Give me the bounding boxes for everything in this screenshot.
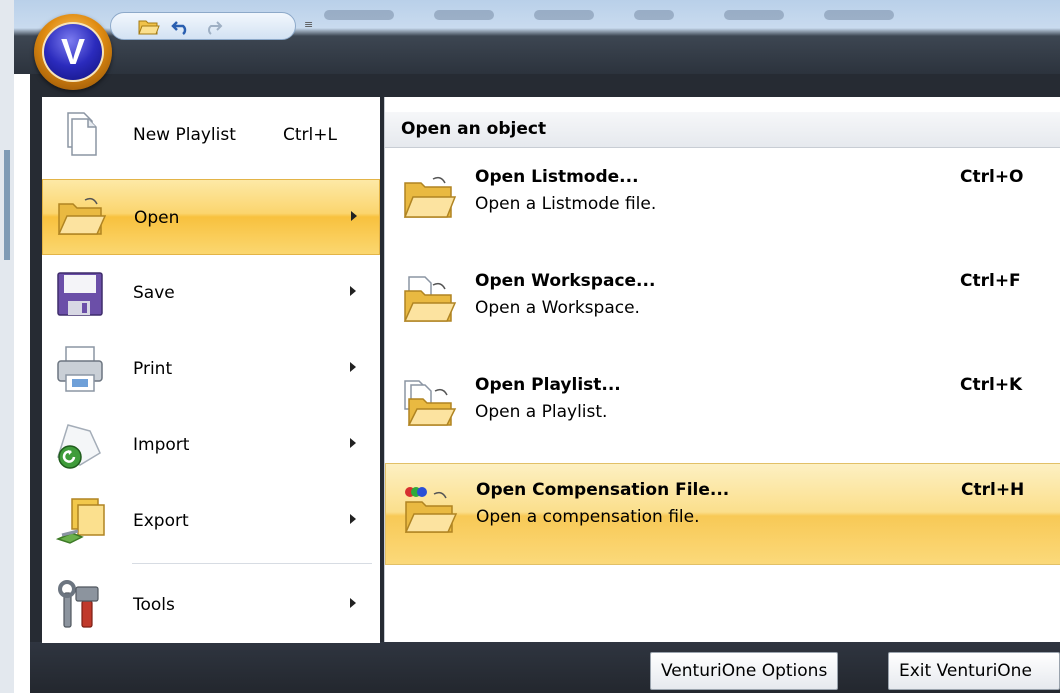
import-icon [57,424,101,469]
venturione-options-button[interactable]: VenturiOne Options [650,652,839,690]
open-submenu-pane: Open an object Open Listmode... Open a L… [384,97,1060,642]
export-icon [55,498,105,544]
submenu-arrow-icon [351,211,357,221]
open-item-shortcut: Ctrl+H [961,480,1025,500]
open-item-title: Open Listmode... [475,167,639,187]
qat-open-button[interactable] [137,16,161,38]
menu-separator [132,563,372,564]
menu-item-save[interactable]: Save [42,255,380,331]
save-floppy-icon [57,272,103,316]
menu-item-print[interactable]: Print [42,331,380,407]
quick-access-toolbar [110,12,296,40]
application-menu-left: New Playlist Ctrl+L Open Save Print Impo… [42,97,380,643]
menu-item-label: New Playlist [133,125,236,145]
undo-icon [171,21,187,35]
open-playlist-item[interactable]: Open Playlist... Open a Playlist. Ctrl+K [385,359,1060,461]
open-playlist-icon [404,380,457,426]
open-item-shortcut: Ctrl+K [960,375,1023,395]
open-compensation-icon [404,487,458,533]
submenu-header: Open an object [385,112,1060,148]
submenu-arrow-icon [350,438,356,448]
open-item-shortcut: Ctrl+F [960,271,1021,291]
qat-undo-button[interactable] [169,16,193,38]
open-item-title: Open Compensation File... [476,480,730,500]
menu-item-tools[interactable]: Tools [42,567,380,643]
open-item-title: Open Playlist... [475,375,621,395]
menu-item-label: Print [133,359,173,379]
exit-venturione-button[interactable]: Exit VenturiOne [888,652,1060,690]
printer-icon [57,346,103,392]
open-item-description: Open a compensation file. [476,507,700,527]
menu-item-label: Export [133,511,189,531]
open-compensation-item[interactable]: Open Compensation File... Open a compens… [385,463,1060,565]
window-left-edge [0,0,14,693]
open-item-title: Open Workspace... [475,271,656,291]
application-button[interactable]: V [34,14,112,90]
submenu-arrow-icon [350,286,356,296]
app-logo-letter: V [60,31,85,72]
qat-redo-button[interactable] [201,16,225,38]
submenu-arrow-icon [350,514,356,524]
menu-item-label: Import [133,435,190,455]
app-logo: V [42,22,104,82]
open-item-description: Open a Listmode file. [475,194,657,214]
submenu-arrow-icon [350,362,356,372]
open-folder-icon [138,20,160,35]
new-document-icon [67,112,97,156]
menu-item-new-playlist[interactable]: New Playlist Ctrl+L [42,97,380,173]
tools-icon [58,580,99,628]
edge-accent [4,150,10,260]
menu-item-open[interactable]: Open [42,179,380,255]
menu-item-label: Save [133,283,175,303]
qat-customize-dropdown[interactable]: ≡ [304,18,313,31]
menu-item-label: Tools [133,595,175,615]
open-listmode-icon [403,176,457,218]
open-workspace-icon [403,276,457,322]
open-workspace-item[interactable]: Open Workspace... Open a Workspace. Ctrl… [385,255,1060,357]
open-item-description: Open a Playlist. [475,402,608,422]
open-listmode-item[interactable]: Open Listmode... Open a Listmode file. C… [385,151,1060,253]
ribbon-tabs-blurred [324,6,1060,26]
open-item-description: Open a Workspace. [475,298,640,318]
submenu-arrow-icon [350,598,356,608]
menu-item-export[interactable]: Export [42,483,380,559]
submenu-title: Open an object [401,119,547,139]
open-folder-icon [57,197,107,235]
menu-item-shortcut: Ctrl+L [283,125,337,145]
redo-icon [208,21,223,35]
menu-item-label: Open [134,208,180,228]
open-item-shortcut: Ctrl+O [960,167,1024,187]
menu-item-import[interactable]: Import [42,407,380,483]
